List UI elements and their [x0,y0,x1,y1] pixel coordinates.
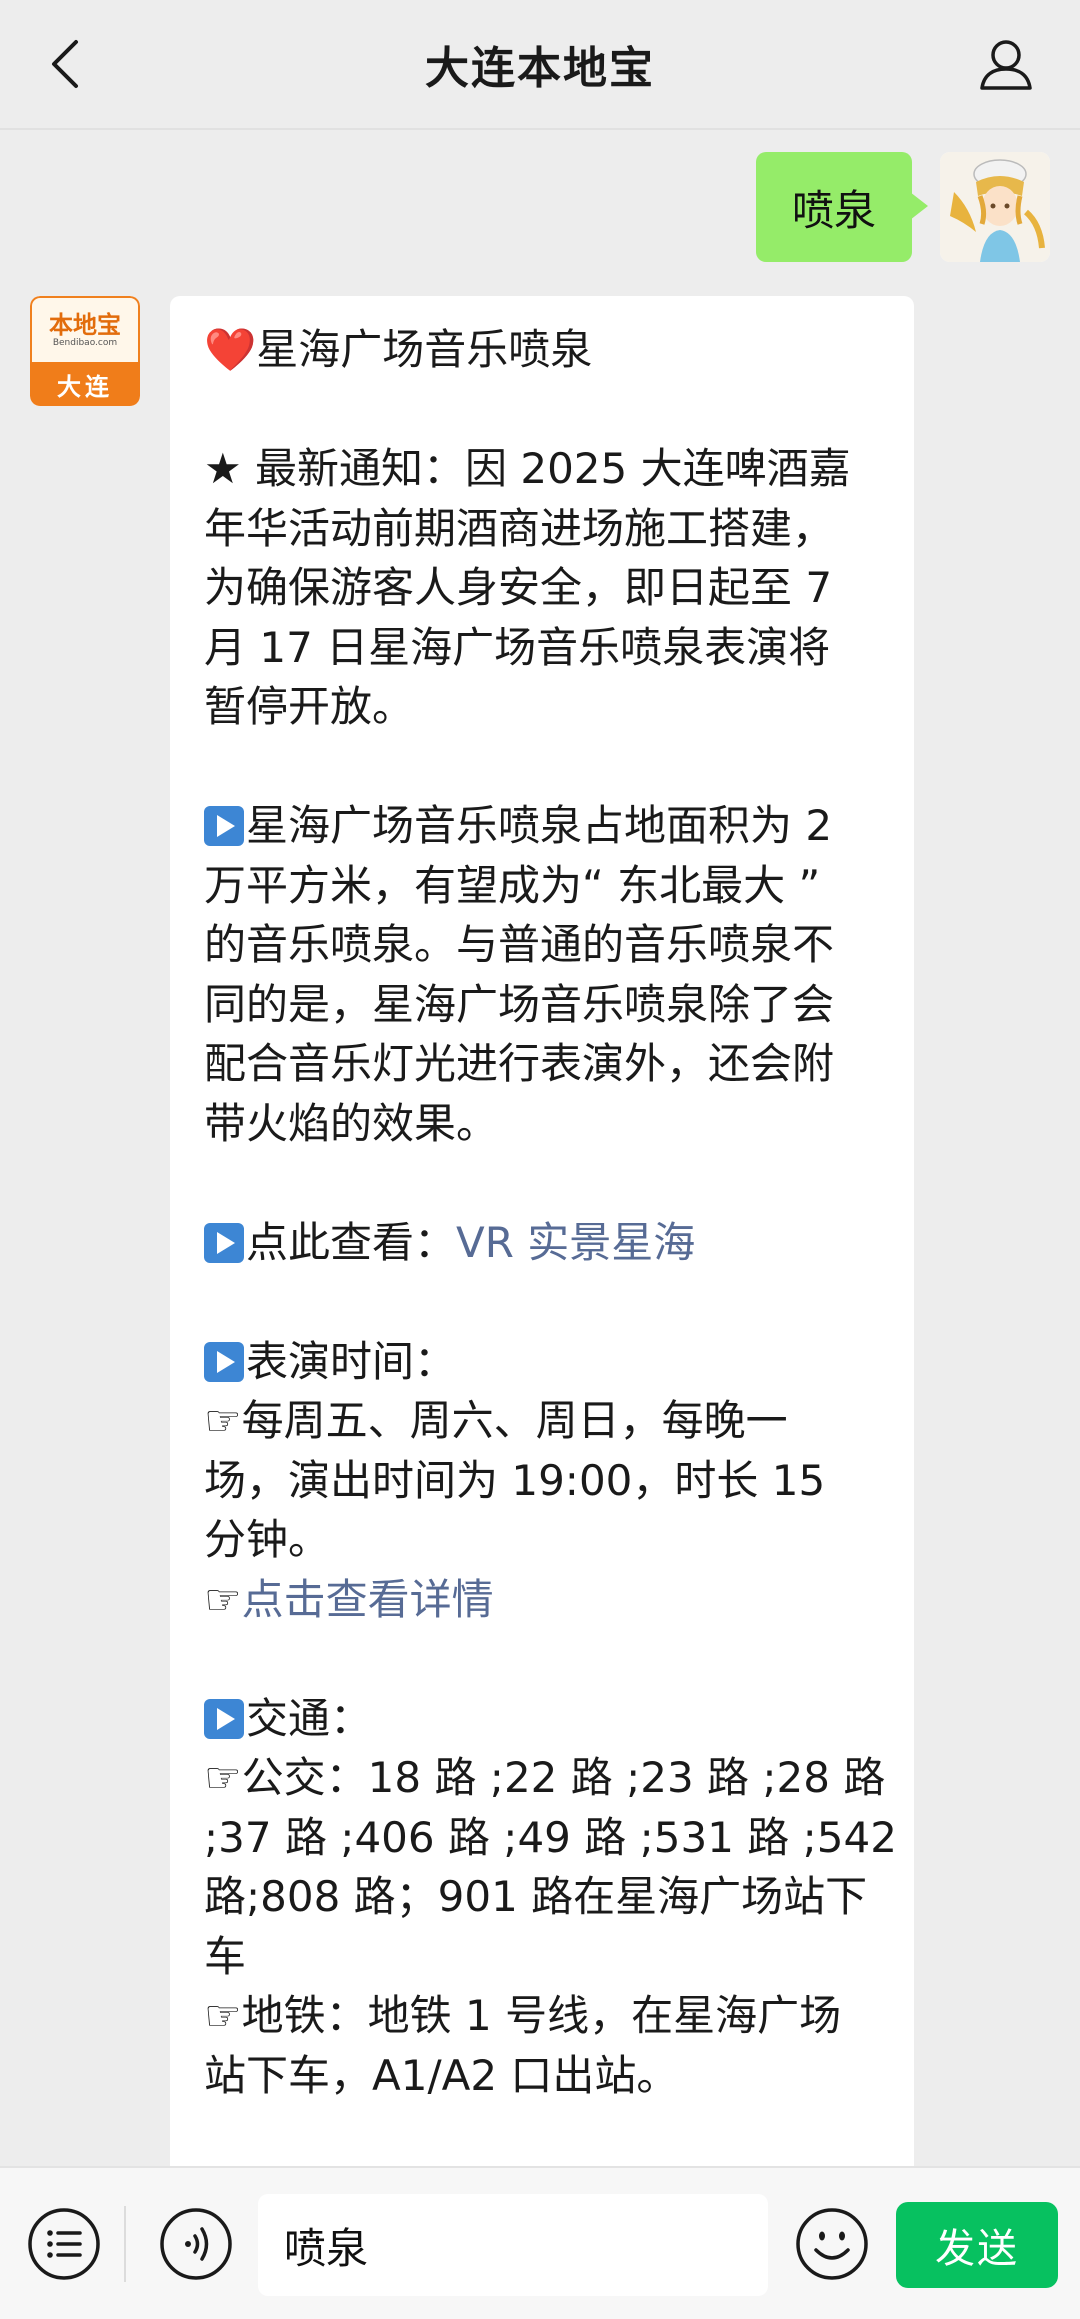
voice-button[interactable] [158,2206,234,2282]
play-icon [204,1222,244,1263]
bot-avatar[interactable]: 本地宝 Bendibao.com 大连 [30,296,140,406]
vr-prefix: 点此查看： [246,1217,457,1267]
message-input[interactable] [258,2194,768,2296]
heart-icon: ❤️ [204,325,257,374]
vr-line: 点此查看：VR 实景星海 [204,1213,880,1273]
page-title: 大连本地宝 [425,43,655,94]
pointing-hand-icon: ☞ [204,1574,242,1624]
metro-line: 站下车，A1/A2 口出站。 [204,2050,679,2100]
details-line: ☞点击查看详情 [204,1570,880,1630]
play-icon [204,806,244,846]
bus-line: ☞公交：18 路 ;22 路 ;23 路 ;28 路 [204,1748,885,1808]
notice-line: 为确保游客人身安全，即日起至 7 [204,563,833,612]
metro-line: ☞地铁：地铁 1 号线，在星海广场 [204,1986,880,2046]
voice-icon [160,2208,232,2280]
reply-heading: ❤️星海广场音乐喷泉 [204,320,880,380]
bus-line: 车 [204,1931,247,1981]
chat-screen: 大连本地宝 喷泉 本地宝 Bendibao.com 大连 ❤️星海广场音乐喷泉 … [0,0,1080,2319]
vr-link[interactable]: VR 实景星海 [456,1218,695,1267]
send-button[interactable]: 发送 [896,2202,1058,2288]
top-bar: 大连本地宝 [0,0,1080,130]
anime-character-avatar-icon [940,152,1050,262]
bus-line: 路;808 路；901 路在星海广场站下 [204,1872,868,1921]
bus-text: 公交：18 路 ;22 路 ;23 路 ;28 路 [241,1753,886,1802]
notice-line: 暂停开放。 [204,682,415,731]
incoming-message: 本地宝 Bendibao.com 大连 ❤️星海广场音乐喷泉 ★ 最新通知：因 … [30,296,914,2196]
details-link[interactable]: 点击查看详情 [242,1575,494,1624]
intro-line: 的音乐喷泉。与普通的音乐喷泉不 [204,920,835,969]
incoming-bubble: ❤️星海广场音乐喷泉 ★ 最新通知：因 2025 大连啤酒嘉 年华活动前期酒商进… [170,296,914,2196]
pointing-hand-icon: ☞ [204,1991,242,2040]
transport-heading: 交通： [204,1689,880,1749]
play-icon [204,1341,244,1382]
schedule-text: 每周五、周六、周日，每晚一 [241,1396,788,1445]
notice-line: 月 17 日星海广场音乐喷泉表演将 [204,622,831,672]
chevron-left-icon [52,40,78,88]
schedule-line: 场，演出时间为 19:00，时长 15 [204,1455,826,1505]
emoji-button[interactable] [794,2206,870,2282]
intro-line: 配合音乐灯光进行表演外，还会附 [204,1039,835,1088]
bus-line: ;37 路 ;406 路 ;49 路 ;531 路 ;542 [204,1812,897,1862]
schedule-line: ☞每周五、周六、周日，每晚一 [204,1391,880,1451]
schedule-heading: 表演时间： [204,1332,880,1392]
bot-avatar-brand: 本地宝 [49,310,121,339]
pointing-hand-icon: ☞ [204,1396,242,1445]
notice-line: ★ 最新通知：因 2025 大连啤酒嘉 [204,444,851,493]
transport-heading-text: 交通： [246,1693,373,1743]
bot-avatar-domain: Bendibao.com [52,337,118,348]
intro-line: 万平方米，有望成为“ 东北最大 ” [204,860,821,910]
bot-avatar-city: 大连 [30,362,140,406]
pointing-hand-icon: ☞ [204,1753,242,1802]
outgoing-bubble[interactable]: 喷泉 [755,152,929,262]
profile-button[interactable] [976,34,1036,94]
input-divider [124,2206,126,2282]
intro-line: 星海广场音乐喷泉占地面积为 2 [204,796,880,856]
back-button[interactable] [40,34,90,94]
list-icon [28,2208,100,2280]
person-icon [980,40,1032,90]
metro-text: 地铁：地铁 1 号线，在星海广场 [241,1991,842,2040]
schedule-heading-text: 表演时间： [246,1336,457,1386]
user-avatar[interactable] [940,152,1050,262]
outgoing-message: 喷泉 [755,152,1050,262]
input-bar: 发送 [0,2166,1080,2319]
play-icon [204,1698,244,1739]
menu-button[interactable] [26,2206,102,2282]
notice-line: 年华活动前期酒商进场施工搭建， [204,503,835,553]
bot-avatar-logo: 本地宝 Bendibao.com [30,296,140,362]
schedule-line: 分钟。 [204,1515,331,1564]
smiley-icon [796,2208,868,2280]
intro-text: 星海广场音乐喷泉占地面积为 2 [246,801,833,850]
intro-line: 同的是，星海广场音乐喷泉除了会 [204,979,835,1029]
intro-line: 带火焰的效果。 [204,1098,499,1148]
reply-heading-text: 星海广场音乐喷泉 [256,325,593,374]
